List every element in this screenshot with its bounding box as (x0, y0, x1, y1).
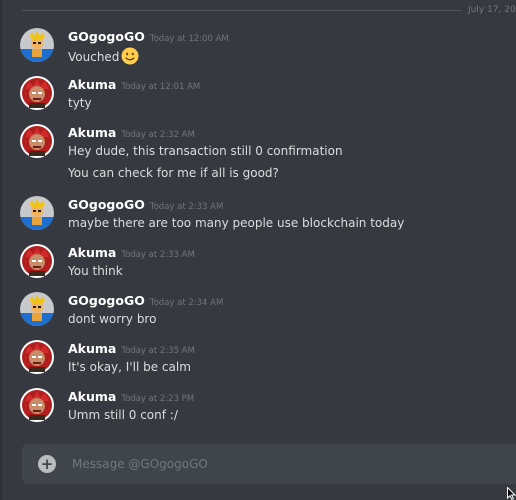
author-name[interactable]: Akuma (68, 77, 116, 92)
date-divider-label: July 17, 2018 (462, 3, 516, 17)
avatar[interactable] (20, 124, 54, 158)
message-composer[interactable]: + Message @GOgogoGO (22, 444, 516, 484)
timestamp: Today at 12:01 AM (121, 82, 201, 92)
author-name[interactable]: GOgogoGO (68, 29, 145, 44)
message-text-content: Vouched (68, 50, 120, 64)
slightly-smiling-face-emoji (121, 47, 139, 65)
message-text: Umm still 0 conf :/ (68, 407, 178, 423)
message-text-content: You can check for me if all is good? (68, 166, 279, 180)
timestamp: Today at 2:34 AM (149, 298, 224, 308)
message-text-content: Hey dude, this transaction still 0 confi… (68, 144, 343, 158)
message-text: tyty (68, 95, 92, 111)
author-name[interactable]: GOgogoGO (68, 197, 145, 212)
timestamp: Today at 12:00 AM (149, 34, 229, 44)
message-text: dont worry bro (68, 311, 156, 327)
message-text-content: You think (68, 264, 123, 278)
author-name[interactable]: Akuma (68, 245, 116, 260)
mouse-cursor-icon (507, 487, 516, 500)
message-header: Akuma Today at 2:23 PM (68, 388, 194, 407)
message-header: Akuma Today at 2:35 AM (68, 340, 195, 359)
author-name[interactable]: Akuma (68, 389, 116, 404)
message-header: Akuma Today at 2:33 AM (68, 244, 195, 263)
avatar[interactable] (20, 76, 54, 110)
message-header: Akuma Today at 12:01 AM (68, 76, 200, 95)
author-name[interactable]: GOgogoGO (68, 293, 145, 308)
date-divider (22, 10, 516, 11)
plus-circle-icon[interactable]: + (38, 455, 56, 473)
timestamp: Today at 2:33 AM (149, 202, 224, 212)
message-text: It's okay, I'll be calm (68, 359, 191, 375)
author-name[interactable]: Akuma (68, 341, 116, 356)
message-header: GOgogoGO Today at 2:34 AM (68, 292, 223, 311)
timestamp: Today at 2:35 AM (121, 346, 195, 356)
message-text: Vouched (68, 47, 139, 65)
timestamp: Today at 2:32 AM (121, 130, 195, 140)
message-text-content: tyty (68, 96, 92, 110)
message-text-content: maybe there are too many people use bloc… (68, 216, 405, 230)
avatar[interactable] (20, 292, 54, 326)
message-input[interactable]: Message @GOgogoGO (72, 456, 208, 472)
message-text: You can check for me if all is good? (68, 165, 279, 181)
message-header: GOgogoGO Today at 12:00 AM (68, 28, 229, 47)
message-text: Hey dude, this transaction still 0 confi… (68, 143, 343, 159)
avatar[interactable] (20, 244, 54, 278)
avatar[interactable] (20, 388, 54, 422)
avatar[interactable] (20, 28, 54, 62)
message-header: GOgogoGO Today at 2:33 AM (68, 196, 223, 215)
message-header: Akuma Today at 2:32 AM (68, 124, 195, 143)
message-text-content: dont worry bro (68, 312, 157, 326)
message-text: maybe there are too many people use bloc… (68, 215, 404, 231)
author-name[interactable]: Akuma (68, 125, 116, 140)
avatar[interactable] (20, 340, 54, 374)
timestamp: Today at 2:33 AM (121, 250, 195, 260)
message-text-content: Umm still 0 conf :/ (68, 408, 178, 422)
timestamp: Today at 2:23 PM (121, 394, 195, 404)
avatar[interactable] (20, 196, 54, 230)
message-text-content: It's okay, I'll be calm (68, 360, 191, 374)
sidebar-edge (0, 0, 2, 500)
message-text: You think (68, 263, 123, 279)
